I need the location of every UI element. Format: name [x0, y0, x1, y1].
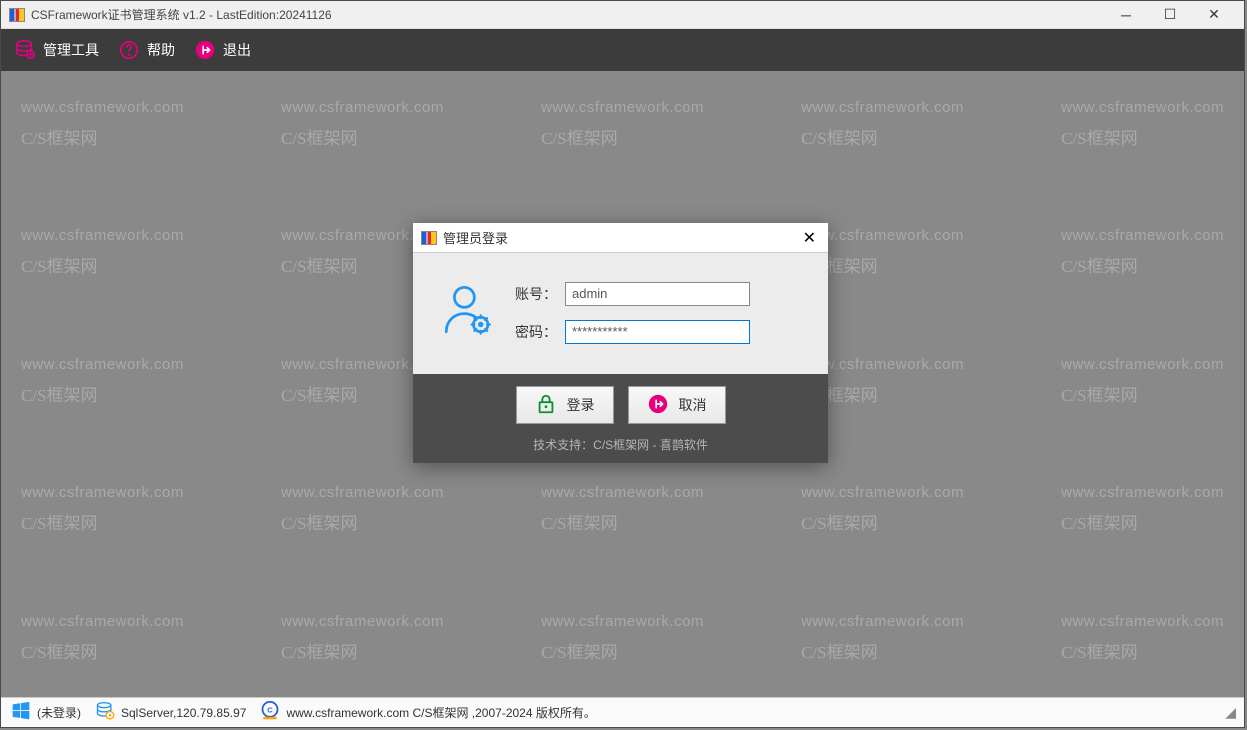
cancel-button[interactable]: 取消 [628, 386, 726, 424]
watermark: www.csframework.comC/S框架网 [1061, 227, 1224, 277]
app-logo-icon [421, 231, 437, 245]
tools-label: 管理工具 [43, 40, 99, 60]
help-icon [117, 38, 141, 62]
dialog-body: 账号： 密码： [413, 253, 828, 374]
watermark: www.csframework.comC/S框架网 [21, 356, 184, 406]
dialog-footer: 技术支持：C/S框架网 - 喜鹊软件 [413, 432, 828, 463]
watermark: www.csframework.comC/S框架网 [1061, 99, 1224, 149]
account-input[interactable] [565, 282, 750, 306]
titlebar: CSFramework证书管理系统 v1.2 - LastEdition:202… [1, 1, 1244, 29]
watermark: www.csframework.comC/S框架网 [1061, 484, 1224, 534]
resize-grip[interactable]: ◢ [1225, 704, 1234, 721]
password-input[interactable] [565, 320, 750, 344]
main-window: CSFramework证书管理系统 v1.2 - LastEdition:202… [0, 0, 1245, 728]
watermark: www.csframework.comC/S框架网 [21, 613, 184, 663]
dialog-titlebar: 管理员登录 ✕ [413, 223, 828, 253]
minimize-button[interactable]: ─ [1104, 1, 1148, 29]
lock-icon [535, 393, 557, 418]
watermark: www.csframework.comC/S框架网 [801, 484, 964, 534]
cancel-button-label: 取消 [679, 395, 707, 415]
watermark: www.csframework.comC/S框架网 [281, 613, 444, 663]
login-dialog: 管理员登录 ✕ 账号： 密码： 登录 [413, 223, 828, 463]
watermark: www.csframework.comC/S框架网 [541, 613, 704, 663]
watermark: www.csframework.comC/S框架网 [1061, 356, 1224, 406]
app-logo-icon [9, 8, 25, 22]
tools-menu[interactable]: 管理工具 [13, 38, 99, 62]
login-button-label: 登录 [567, 395, 595, 415]
watermark: www.csframework.comC/S框架网 [801, 613, 964, 663]
database-icon [13, 38, 37, 62]
exit-icon [647, 393, 669, 418]
status-login: (未登录) [11, 701, 81, 724]
password-label: 密码： [515, 322, 565, 342]
dialog-buttons: 登录 取消 [413, 374, 828, 432]
status-server-text: SqlServer,120.79.85.97 [121, 706, 246, 720]
help-menu[interactable]: 帮助 [117, 38, 175, 62]
cs-logo-icon: C [260, 701, 280, 724]
watermark: www.csframework.comC/S框架网 [281, 484, 444, 534]
watermark: www.csframework.comC/S框架网 [21, 99, 184, 149]
exit-button[interactable]: 退出 [193, 38, 251, 62]
close-button[interactable]: ✕ [1192, 1, 1236, 29]
watermark: www.csframework.comC/S框架网 [21, 484, 184, 534]
watermark: www.csframework.comC/S框架网 [801, 99, 964, 149]
dialog-close-button[interactable]: ✕ [799, 228, 820, 248]
svg-text:C: C [268, 706, 274, 715]
dialog-title: 管理员登录 [443, 228, 799, 247]
database-icon [95, 701, 115, 724]
watermark: www.csframework.comC/S框架网 [281, 99, 444, 149]
watermark: www.csframework.comC/S框架网 [541, 484, 704, 534]
user-settings-icon [439, 281, 497, 344]
window-controls: ─ ☐ ✕ [1104, 1, 1236, 29]
status-copyright: C www.csframework.com C/S框架网 ,2007-2024 … [260, 701, 595, 724]
status-copyright-text: www.csframework.com C/S框架网 ,2007-2024 版权… [286, 704, 595, 721]
exit-icon [193, 38, 217, 62]
login-fields: 账号： 密码： [515, 282, 808, 344]
help-label: 帮助 [147, 40, 175, 60]
windows-icon [11, 701, 31, 724]
window-title: CSFramework证书管理系统 v1.2 - LastEdition:202… [31, 6, 1104, 23]
toolbar: 管理工具 帮助 退出 [1, 29, 1244, 71]
watermark: www.csframework.comC/S框架网 [1061, 613, 1224, 663]
login-button[interactable]: 登录 [516, 386, 614, 424]
status-server: SqlServer,120.79.85.97 [95, 701, 246, 724]
maximize-button[interactable]: ☐ [1148, 1, 1192, 29]
exit-label: 退出 [223, 40, 251, 60]
status-login-text: (未登录) [37, 704, 81, 721]
account-label: 账号： [515, 284, 565, 304]
watermark: www.csframework.comC/S框架网 [541, 99, 704, 149]
watermark: www.csframework.comC/S框架网 [21, 227, 184, 277]
statusbar: (未登录) SqlServer,120.79.85.97 C www.csfra… [1, 697, 1244, 727]
